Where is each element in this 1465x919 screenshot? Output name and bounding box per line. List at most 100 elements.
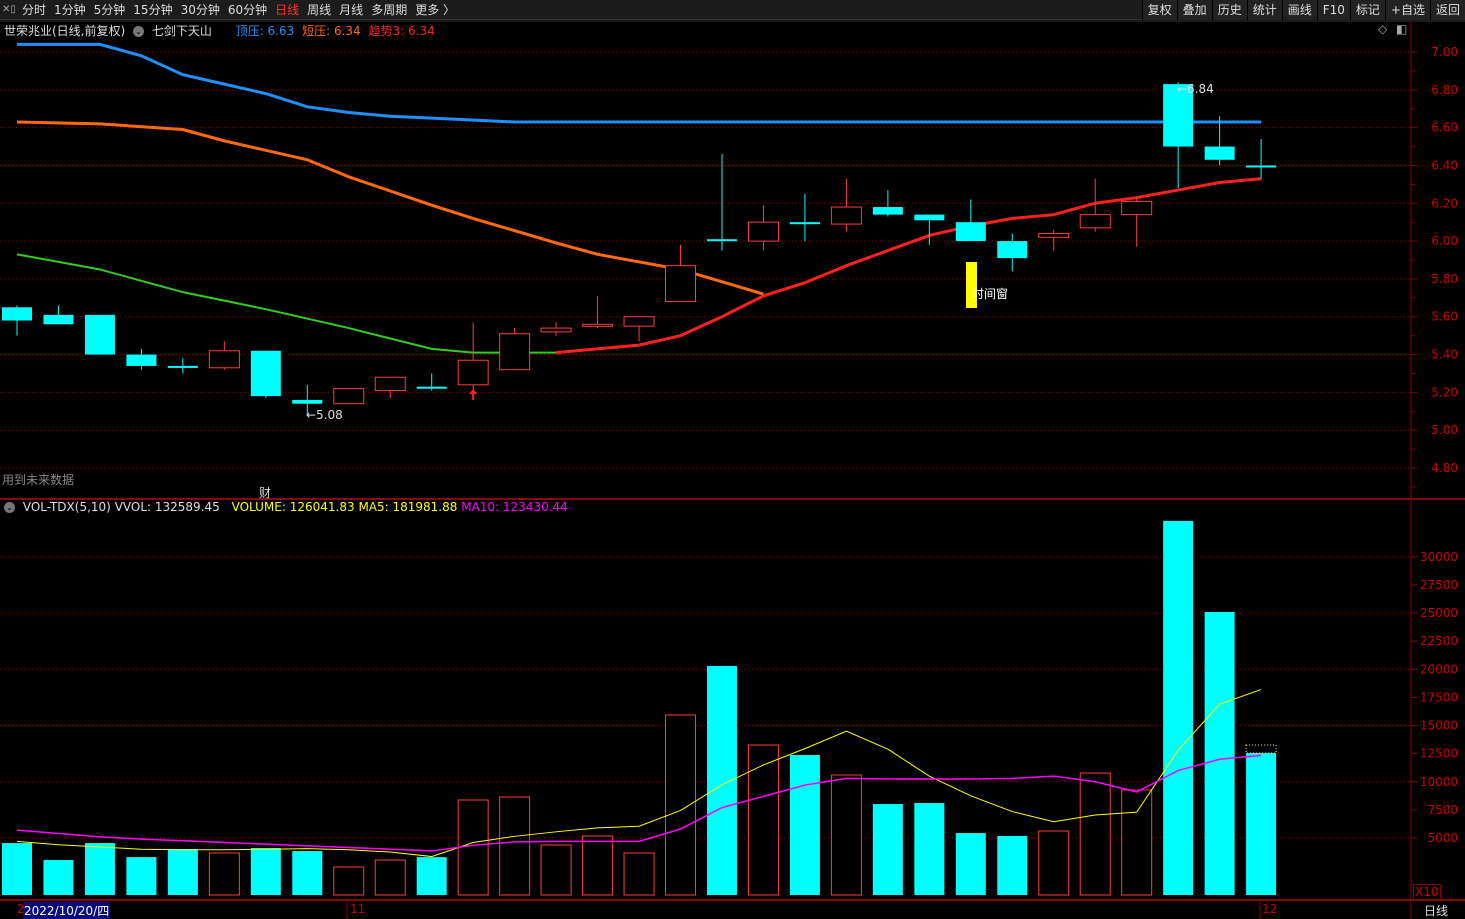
candle: [167, 358, 198, 374]
volume-bar: [416, 857, 447, 895]
period-label[interactable]: 日线: [1424, 902, 1448, 919]
x-tick-11: 11: [350, 902, 366, 916]
price-tick-label: 6.40: [1431, 158, 1458, 172]
price-tick-label: 5.40: [1431, 348, 1458, 362]
candle: [457, 322, 489, 395]
x-tick-12: 12: [1262, 902, 1278, 916]
volume-bar: [914, 803, 945, 895]
volume-bar: [333, 866, 365, 896]
volume-tick-label: 12500: [1420, 747, 1458, 761]
candle-body: [623, 316, 655, 327]
candle-body: [665, 265, 697, 303]
candle-body: [416, 386, 447, 389]
future-data-note: 用到未来数据: [2, 473, 75, 487]
price-tick-label: 5.20: [1431, 385, 1458, 399]
candle-body: [789, 222, 820, 225]
volume-bar: [126, 857, 157, 895]
candle: [872, 190, 903, 217]
candle-body: [706, 239, 737, 242]
volume-bar: [499, 796, 531, 896]
candle-body: [250, 350, 281, 397]
buy-arrow-icon: [469, 389, 478, 400]
candle-body: [872, 207, 903, 215]
candle-body: [1121, 200, 1153, 216]
price-tick-label: 4.80: [1431, 461, 1458, 475]
volume-bar: [623, 852, 655, 896]
volume-bar: [1079, 772, 1111, 896]
volume-tick-label: 17500: [1420, 690, 1458, 704]
orange-ma-line: [16, 120, 764, 296]
diamond-icon[interactable]: ◇: [1378, 22, 1387, 36]
volume-unit-label: X10: [1413, 884, 1441, 900]
candle: [582, 295, 614, 329]
candle: [416, 373, 447, 391]
volume-bar: [43, 860, 74, 895]
volume-bar: [747, 744, 779, 896]
volume-tick-label: 15000: [1420, 719, 1458, 733]
candle: [2, 305, 32, 336]
candle-body: [582, 323, 614, 327]
volume-bar: [457, 799, 489, 896]
candle: [997, 233, 1028, 272]
candle: [1163, 82, 1194, 189]
candle-body: [997, 241, 1028, 259]
volume-bar: [789, 755, 820, 895]
volume-bar: [665, 714, 697, 896]
candle-body: [1079, 214, 1111, 229]
candle-body: [84, 314, 115, 355]
price-tick-label: 6.20: [1431, 196, 1458, 210]
price-tick-label: 5.60: [1431, 310, 1458, 324]
candle: [623, 316, 655, 342]
volume-bar: [167, 849, 198, 895]
volume-bar: [540, 844, 572, 896]
volume-tick-label: 25000: [1420, 606, 1458, 620]
volume-tick-label: 10000: [1420, 775, 1458, 789]
volume-tick-label: 7500: [1427, 803, 1458, 817]
ma5-line: [16, 689, 1262, 858]
volume-bar: [250, 848, 281, 895]
price-tick-label: 5.00: [1431, 423, 1458, 437]
candle-body: [374, 376, 406, 391]
volume-tick-label: 20000: [1420, 662, 1458, 676]
volume-bar: [292, 851, 323, 895]
volume-tick-label: 30000: [1420, 550, 1458, 564]
volume-tick-label: 27500: [1420, 578, 1458, 592]
candle: [1038, 229, 1070, 251]
candle-body: [830, 206, 862, 225]
candle-body: [43, 314, 74, 325]
candle: [747, 205, 779, 251]
volume-tick-label: 5000: [1427, 831, 1458, 845]
candle-body: [540, 327, 572, 333]
volume-bar: [1246, 752, 1277, 895]
candle: [208, 341, 240, 370]
volume-bar: [706, 665, 737, 895]
candle-body: [167, 365, 198, 368]
price-tick-label: 6.00: [1431, 234, 1458, 248]
cursor-date-label: 2022/10/20/四: [23, 902, 111, 919]
candle-body: [333, 388, 365, 405]
projected-volume-box: [1245, 744, 1277, 754]
candle-body: [914, 214, 945, 221]
candle-body: [747, 221, 779, 242]
volume-bar: [955, 833, 986, 895]
low-price-label: ←5.08: [306, 408, 343, 422]
candle-body: [457, 359, 489, 386]
candle: [830, 178, 862, 232]
panel-toggle-icon[interactable]: ◧: [1396, 22, 1407, 36]
candle-body: [1038, 233, 1070, 238]
candle-body: [955, 222, 986, 242]
price-tick-label: 6.60: [1431, 121, 1458, 135]
chart-canvas[interactable]: 7.00 6.80 6.60 6.40 6.20 6.00 5.80 5.60 5.40 5.20…: [0, 0, 1465, 919]
candle: [250, 350, 281, 399]
candle: [540, 322, 572, 336]
price-tick-label: 6.80: [1431, 83, 1458, 97]
finance-marker[interactable]: 财: [259, 484, 271, 501]
volume-bar: [997, 835, 1028, 895]
candle-body: [499, 333, 531, 371]
candle: [789, 193, 820, 242]
volume-bar: [2, 843, 32, 895]
volume-bar: [872, 804, 903, 895]
volume-bar: [1121, 789, 1153, 896]
candle: [955, 199, 986, 242]
volume-bar: [374, 859, 406, 896]
